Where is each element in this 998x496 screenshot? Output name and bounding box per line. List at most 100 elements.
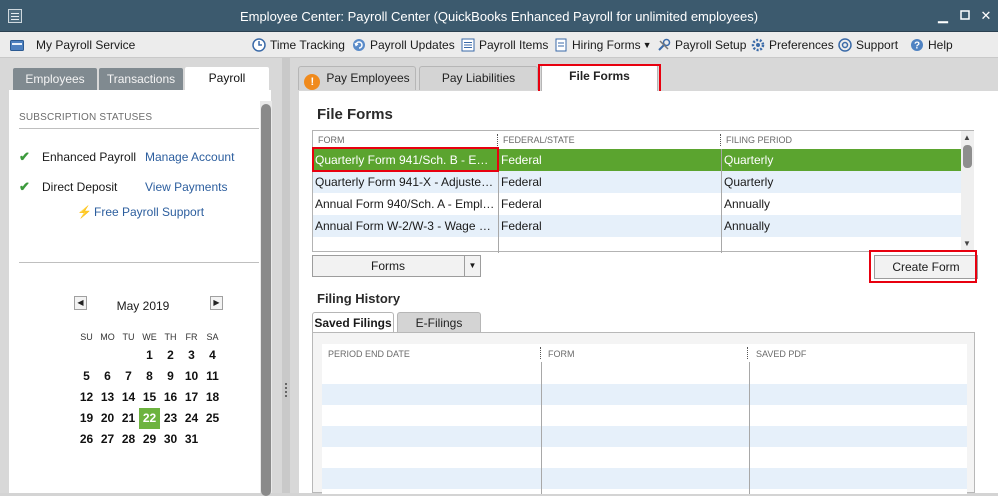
hiring-forms-menu[interactable]: Hiring Forms ▼	[554, 37, 652, 53]
calendar-day[interactable]: 31	[181, 429, 202, 450]
gear-icon	[751, 38, 765, 52]
tab-saved-filings[interactable]: Saved Filings	[312, 312, 394, 334]
manage-account-link[interactable]: Manage Account	[145, 150, 234, 164]
close-icon[interactable]: ✕	[978, 9, 994, 23]
column-divider	[541, 362, 542, 494]
status-enhanced-payroll: ✔ Enhanced Payroll Manage Account	[19, 149, 235, 164]
next-month-button[interactable]: ▶	[210, 296, 223, 310]
calendar-day[interactable]: 3	[181, 345, 202, 366]
divider	[19, 262, 259, 263]
payroll-service-icon	[10, 38, 24, 52]
calendar-day[interactable]: 27	[97, 429, 118, 450]
clock-icon	[252, 38, 266, 52]
calendar-day[interactable]: 11	[202, 366, 223, 387]
forms-table-scrollbar[interactable]: ▲ ▼	[961, 131, 974, 251]
scrollbar-thumb[interactable]	[963, 145, 972, 168]
calendar-day[interactable]: 18	[202, 387, 223, 408]
forms-dropdown[interactable]: Forms ▼	[312, 255, 481, 277]
calendar-day[interactable]: 19	[76, 408, 97, 429]
tab-pay-employees[interactable]: ! Pay Employees	[298, 66, 416, 90]
view-payments-link[interactable]: View Payments	[145, 180, 227, 194]
table-row[interactable]: Annual Form 940/Sch. A - Employ... Feder…	[313, 193, 961, 215]
weekday-label: TU	[122, 332, 135, 342]
column-divider	[749, 362, 750, 494]
calendar-day[interactable]: 4	[202, 345, 223, 366]
preferences-button[interactable]: Preferences	[751, 37, 834, 53]
splitter-grip[interactable]	[285, 383, 287, 397]
calendar-day[interactable]: 24	[181, 408, 202, 429]
tab-employees[interactable]: Employees	[13, 68, 97, 90]
restore-icon[interactable]	[957, 9, 973, 24]
tab-e-filings[interactable]: E-Filings	[397, 312, 481, 333]
calendar-day[interactable]: 12	[76, 387, 97, 408]
calendar-day[interactable]: 21	[118, 408, 139, 429]
calendar-day[interactable]: 2	[160, 345, 181, 366]
my-payroll-service-button[interactable]: My Payroll Service	[10, 37, 135, 53]
tab-payroll[interactable]: Payroll	[185, 67, 269, 91]
calendar-day[interactable]: 26	[76, 429, 97, 450]
payroll-setup-button[interactable]: Payroll Setup	[657, 37, 746, 53]
tab-transactions[interactable]: Transactions	[99, 68, 183, 90]
calendar-day-today[interactable]: 22	[139, 408, 160, 429]
calendar-day[interactable]: 20	[97, 408, 118, 429]
calendar-day[interactable]: 17	[181, 387, 202, 408]
calendar-day[interactable]: 1	[139, 345, 160, 366]
column-header-form[interactable]: FORM	[318, 135, 345, 145]
weekday-label: FR	[185, 332, 198, 342]
payroll-calendar: ◀ May 2019 ▶ SU MO TU WE TH FR SA 1 2 3 4 5 6 7 8 9 10 1…	[64, 293, 223, 446]
calendar-day[interactable]: 13	[97, 387, 118, 408]
table-row[interactable]: Annual Form W-2/W-3 - Wage and... Federa…	[313, 215, 961, 237]
support-button[interactable]: Support	[838, 37, 898, 53]
calendar-day[interactable]: 29	[139, 429, 160, 450]
table-row[interactable]: Quarterly Form 941-X - Adjusted E... Fed…	[313, 171, 961, 193]
status-direct-deposit: ✔ Direct Deposit View Payments	[19, 179, 228, 194]
forms-icon	[554, 38, 568, 52]
help-button[interactable]: ? Help	[910, 37, 953, 53]
left-scrollbar[interactable]	[260, 101, 272, 496]
calendar-day[interactable]: 28	[118, 429, 139, 450]
scroll-down-icon[interactable]: ▼	[963, 239, 971, 248]
payroll-updates-button[interactable]: Payroll Updates	[352, 37, 455, 53]
weekday-label: SA	[206, 332, 219, 342]
column-separator	[540, 347, 541, 359]
calendar-day[interactable]: 25	[202, 408, 223, 429]
table-row	[322, 426, 967, 447]
column-header-filing-period[interactable]: FILING PERIOD	[726, 135, 792, 145]
chevron-down-icon: ▼	[464, 256, 480, 276]
column-header-form[interactable]: FORM	[548, 349, 575, 359]
calendar-day[interactable]: 23	[160, 408, 181, 429]
calendar-day[interactable]: 8	[139, 366, 160, 387]
calendar-day[interactable]: 9	[160, 366, 181, 387]
column-header-period-end-date[interactable]: PERIOD END DATE	[328, 349, 410, 359]
free-payroll-support-link[interactable]: ⚡ Free Payroll Support	[77, 204, 204, 220]
column-header-federal-state[interactable]: FEDERAL/STATE	[503, 135, 575, 145]
filing-history-frame: PERIOD END DATE FORM SAVED PDF	[312, 332, 975, 494]
subscription-statuses-heading: SUBSCRIPTION STATUSES	[19, 112, 153, 123]
calendar-day[interactable]: 7	[118, 366, 139, 387]
weekday-label: MO	[100, 332, 115, 342]
minimize-icon[interactable]: ▁	[935, 9, 951, 23]
payroll-items-button[interactable]: Payroll Items	[461, 37, 548, 53]
calendar-day[interactable]: 5	[76, 366, 97, 387]
time-tracking-button[interactable]: Time Tracking	[252, 37, 345, 53]
calendar-day[interactable]: 14	[118, 387, 139, 408]
column-separator	[720, 134, 721, 146]
file-forms-panel: File Forms FORM FEDERAL/STATE FILING PER…	[299, 91, 998, 494]
highlight-box	[312, 147, 499, 172]
calendar-day[interactable]: 10	[181, 366, 202, 387]
column-header-saved-pdf[interactable]: SAVED PDF	[756, 349, 806, 359]
calendar-day[interactable]: 30	[160, 429, 181, 450]
highlight-box	[869, 250, 977, 283]
calendar-day[interactable]: 15	[139, 387, 160, 408]
tab-pay-liabilities[interactable]: Pay Liabilities	[419, 66, 538, 90]
scrollbar-thumb[interactable]	[261, 104, 271, 496]
panel-splitter[interactable]	[282, 58, 290, 493]
calendar-day[interactable]: 16	[160, 387, 181, 408]
table-row	[322, 468, 967, 489]
wrench-icon	[657, 38, 671, 52]
title-bar: Employee Center: Payroll Center (QuickBo…	[0, 0, 998, 32]
chevron-down-icon: ▼	[642, 40, 652, 50]
calendar-day[interactable]: 6	[97, 366, 118, 387]
column-separator	[497, 134, 498, 146]
scroll-up-icon[interactable]: ▲	[963, 133, 971, 142]
